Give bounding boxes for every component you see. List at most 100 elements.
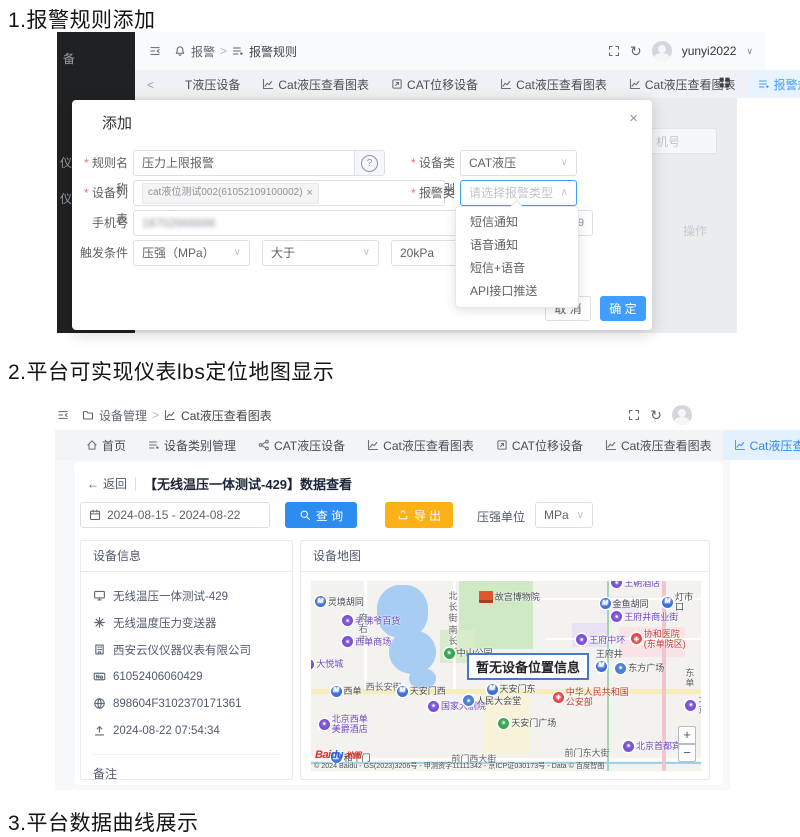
search-icon xyxy=(299,509,311,521)
add-rule-modal: 添加 × 规则名称 压力上限报警 ? 设备类别 CAT液压 ∨ 设备列表 cat… xyxy=(72,100,652,330)
device-tag-label: cat液位测试002(61052109100002) xyxy=(148,187,303,198)
device-tag: cat液位测试002(61052109100002) × xyxy=(142,182,319,204)
map-poi-icon xyxy=(486,683,498,695)
tab-icon xyxy=(629,78,641,90)
tab-label: Cat液压查看图表 xyxy=(383,438,474,453)
map-label: 协和医院 (东单院区) xyxy=(630,629,686,649)
query-button[interactable]: 查 询 xyxy=(285,502,357,528)
info-item-text: 西安云仪仪器仪表有限公司 xyxy=(113,644,251,657)
map-label-text: 金鱼胡同 xyxy=(612,598,649,609)
tabs-scroll-left[interactable]: < xyxy=(143,78,158,98)
date-range-picker[interactable]: 2024-08-15 - 2024-08-22 xyxy=(80,502,270,528)
tab[interactable]: T液压设备 xyxy=(158,70,251,98)
section2-title: 2.平台可实现仪表lbs定位地图显示 xyxy=(8,361,335,384)
trigger-field-select[interactable]: 压强（MPa） ∨ xyxy=(133,240,250,266)
map-poi-icon xyxy=(342,615,354,627)
confirm-button[interactable]: 确 定 xyxy=(600,296,646,321)
close-icon[interactable]: × xyxy=(629,110,638,127)
info-item-text: 2024-08-22 07:54:34 xyxy=(113,724,220,737)
sidebar-item-label[interactable]: 仪 xyxy=(60,190,72,207)
tab[interactable]: Cat液压查看图表 × xyxy=(722,430,800,460)
map-zoom-out-button[interactable]: − xyxy=(678,744,696,762)
refresh-icon[interactable]: ↻ xyxy=(630,43,642,60)
breadcrumb-level1[interactable]: 报警 xyxy=(191,43,215,60)
map-label-text: 灯市口 xyxy=(675,592,694,613)
tab[interactable]: 报警规则 × xyxy=(746,70,800,98)
screenshot-device-map: 设备管理 > Cat液压查看图表 ↻ 首页 设备类别管理 CAT液压设备 Cat… xyxy=(55,400,800,790)
tab[interactable]: CAT液压设备 xyxy=(247,430,356,460)
tab-icon xyxy=(496,439,508,451)
map-zoom-in-button[interactable]: + xyxy=(678,726,696,744)
export-button[interactable]: 导 出 xyxy=(385,502,453,528)
tab[interactable]: Cat液压查看图表 xyxy=(489,70,618,98)
map-label: 北京 xyxy=(685,695,701,715)
dropdown-option[interactable]: 语音通知 xyxy=(456,234,578,257)
map-label-text: 王府中环 xyxy=(589,634,626,645)
avatar[interactable] xyxy=(651,41,672,61)
breadcrumb: 报警 > 报警规则 xyxy=(149,43,297,60)
sidebar-collapse-icon[interactable] xyxy=(57,409,69,421)
device-category-select[interactable]: CAT液压 ∨ xyxy=(460,150,577,176)
dropdown-option[interactable]: 短信+语音 xyxy=(456,257,578,280)
back-button[interactable]: ← 返回 xyxy=(87,475,127,492)
map-label-text: 西单 xyxy=(343,686,362,696)
map-poi-icon xyxy=(595,660,607,672)
tab-icon xyxy=(262,78,274,90)
phone-search-input[interactable]: 机号 xyxy=(647,128,717,154)
map-poi-icon xyxy=(314,596,326,608)
breadcrumb: 设备管理 > Cat液压查看图表 xyxy=(57,407,272,424)
sidebar-item-label[interactable]: 仪 xyxy=(60,154,72,171)
dropdown-option[interactable]: API接口推送 xyxy=(456,280,578,303)
breadcrumb-level1[interactable]: 设备管理 xyxy=(99,407,147,424)
tab-label: CAT位移设备 xyxy=(407,77,479,92)
pressure-unit-select[interactable]: MPa ∨ xyxy=(535,502,593,528)
map-poi-icon xyxy=(330,685,342,697)
info-item-icon xyxy=(93,616,106,629)
tab-options-grid-icon[interactable] xyxy=(718,76,731,89)
tab[interactable]: Cat液压查看图表 xyxy=(251,70,380,98)
map-label: 王府井商业街 xyxy=(611,611,678,623)
tab[interactable]: 首页 xyxy=(75,430,137,460)
tab[interactable]: CAT位移设备 xyxy=(380,70,489,98)
avatar[interactable] xyxy=(672,405,692,425)
info-item-icon xyxy=(93,670,106,683)
refresh-icon[interactable]: ↻ xyxy=(650,407,662,424)
map-label: 西单 xyxy=(330,685,362,697)
tab[interactable]: Cat液压查看图表 xyxy=(594,430,723,460)
pressure-unit-value: MPa xyxy=(544,508,569,522)
rule-name-help-button[interactable]: ? xyxy=(355,150,385,176)
tabs-scroll-right[interactable]: > xyxy=(704,76,711,90)
fullscreen-icon[interactable] xyxy=(608,45,620,57)
baidu-map[interactable]: 王朝酒店 灵境胡同 灯市口 金鱼胡同 xyxy=(311,581,701,771)
tab-label: Cat液压查看图表 xyxy=(620,438,712,453)
list-item: 无线温压一体测试-429 xyxy=(93,582,280,609)
chevron-down-icon: ∨ xyxy=(233,247,241,258)
tab-label: 报警规则 xyxy=(773,77,800,92)
map-label-text: 天安门广场 xyxy=(511,718,557,729)
tab-bar: < T液压设备 Cat液压查看图表 CAT位移设备 Cat液压查看图表 Cat液… xyxy=(135,70,800,98)
username[interactable]: yunyi2022 xyxy=(682,44,737,58)
table-action-column: 操作 xyxy=(683,224,708,238)
background-strip xyxy=(737,98,765,333)
modal-title: 添加 xyxy=(102,115,133,132)
tab-icon xyxy=(734,439,746,451)
tag-close-icon[interactable]: × xyxy=(307,184,313,202)
map-label-text: 大悦城 xyxy=(316,659,344,670)
trigger-operator-select[interactable]: 大于 ∨ xyxy=(262,240,379,266)
map-poi-icon xyxy=(611,581,623,589)
tab-icon xyxy=(169,78,181,90)
tab[interactable]: Cat液压查看图表 xyxy=(356,430,485,460)
fullscreen-icon[interactable] xyxy=(628,409,640,421)
dropdown-option[interactable]: 短信通知 xyxy=(456,211,578,234)
trigger-value: 20kPa xyxy=(400,246,435,260)
phone-value: 18702666666 xyxy=(142,216,216,230)
sidebar-item-label[interactable]: 备 xyxy=(63,50,75,67)
tab-label: CAT液压设备 xyxy=(274,438,346,453)
rule-name-input[interactable]: 压力上限报警 xyxy=(133,150,355,176)
sidebar-collapse-icon[interactable] xyxy=(149,45,161,57)
map-label: 大悦城 xyxy=(311,658,344,670)
tab[interactable]: CAT位移设备 xyxy=(485,430,594,460)
map-label-text: 东单 xyxy=(685,668,695,689)
map-label-text: 天安门东 xyxy=(499,684,536,695)
tab[interactable]: 设备类别管理 xyxy=(137,430,247,460)
